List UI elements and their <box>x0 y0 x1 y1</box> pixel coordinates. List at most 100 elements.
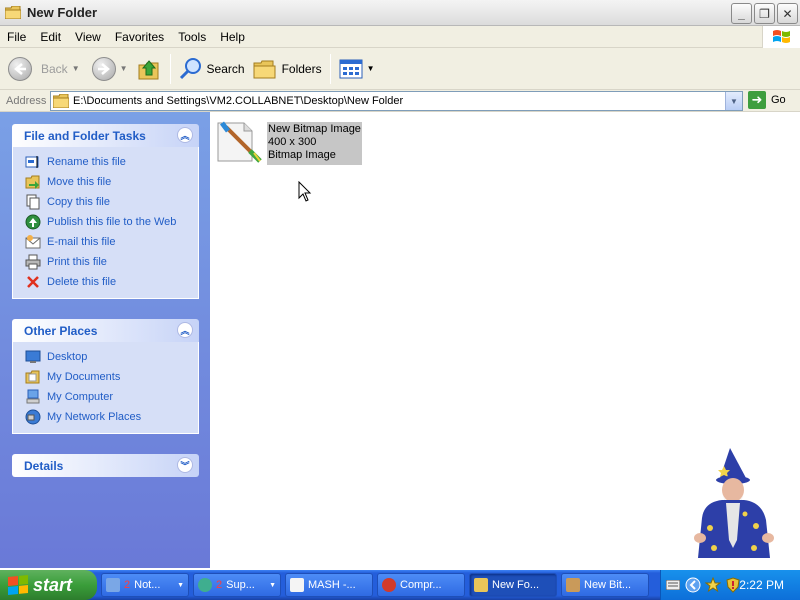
window-title: New Folder <box>27 5 98 20</box>
start-label: start <box>33 574 73 595</box>
task-pane: File and Folder Tasks ︽ Rename this file… <box>0 112 210 568</box>
chevron-down-icon: ▼ <box>269 581 276 589</box>
taskbar-button-compression[interactable]: Compr... <box>377 573 465 597</box>
file-type: Bitmap Image <box>268 149 336 161</box>
email-icon <box>25 234 41 250</box>
toolbar: Back ▼ ▼ Search Folders ▼ <box>0 48 800 90</box>
up-folder-icon <box>138 59 159 79</box>
paint-icon <box>566 578 580 592</box>
search-label: Search <box>206 61 245 76</box>
taskbar-button-new-bitmap[interactable]: New Bit... <box>561 573 649 597</box>
collapse-icon[interactable]: ︽ <box>177 322 193 338</box>
views-button[interactable]: ▼ <box>335 52 379 86</box>
clock[interactable]: 2:22 PM <box>739 578 784 592</box>
menu-file[interactable]: File <box>0 30 33 44</box>
task-rename[interactable]: Rename this file <box>25 152 198 172</box>
details-header[interactable]: Details ︾ <box>12 454 199 477</box>
back-label: Back <box>41 61 68 76</box>
back-arrow-icon <box>8 56 32 81</box>
forward-button[interactable]: ▼ <box>88 52 132 86</box>
chevron-down-icon[interactable]: ▼ <box>367 64 375 73</box>
globe-icon <box>25 214 41 230</box>
go-label: Go <box>771 94 786 106</box>
rename-icon <box>25 154 41 170</box>
folder-icon <box>474 578 488 592</box>
go-arrow-icon: ➜ <box>748 91 766 109</box>
mouse-cursor-icon <box>298 181 312 202</box>
close-button[interactable]: ✕ <box>777 3 798 24</box>
file-name: New Bitmap Image <box>268 123 361 135</box>
start-button[interactable]: start <box>0 570 97 600</box>
notepad-icon <box>106 578 120 592</box>
windows-flag-icon <box>8 574 28 596</box>
file-dimensions: 400 x 300 <box>268 136 317 148</box>
place-my-documents[interactable]: My Documents <box>25 367 198 387</box>
star-icon[interactable] <box>705 577 721 593</box>
other-places-header[interactable]: Other Places ︽ <box>12 319 199 342</box>
taskbar-button-support[interactable]: 2 Sup... ▼ <box>193 573 281 597</box>
my-documents-icon <box>25 369 41 385</box>
delete-x-icon <box>25 274 41 290</box>
up-folder-button[interactable] <box>132 52 166 86</box>
minimize-button[interactable]: _ <box>731 3 752 24</box>
move-icon <box>25 174 41 190</box>
address-input[interactable]: E:\Documents and Settings\VM2.COLLABNET\… <box>50 91 743 111</box>
folder-icon <box>5 6 21 19</box>
toolbar-separator <box>329 53 331 84</box>
chevron-down-icon: ▼ <box>177 581 184 589</box>
taskbar-button-mash[interactable]: MASH -... <box>285 573 373 597</box>
menu-help[interactable]: Help <box>213 30 252 44</box>
file-folder-tasks-header[interactable]: File and Folder Tasks ︽ <box>12 124 199 147</box>
expand-icon[interactable]: ︾ <box>177 457 193 473</box>
file-folder-tasks-panel: File and Folder Tasks ︽ Rename this file… <box>12 124 199 299</box>
taskbar-button-notepad[interactable]: 2 Not... ▼ <box>101 573 189 597</box>
title-bar: New Folder _ ❐ ✕ <box>0 0 800 26</box>
search-button[interactable]: Search <box>175 52 249 86</box>
chevron-down-icon[interactable]: ▼ <box>72 64 80 73</box>
other-places-panel: Other Places ︽ Desktop My Documents My C… <box>12 319 199 434</box>
folders-label: Folders <box>281 61 322 76</box>
tray-expand-icon[interactable] <box>685 577 701 593</box>
maximize-button[interactable]: ❐ <box>754 3 775 24</box>
toolbar-separator <box>169 53 171 84</box>
taskbar: start 2 Not... ▼ 2 Sup... ▼ MASH -... Co… <box>0 570 800 600</box>
task-copy[interactable]: Copy this file <box>25 192 198 212</box>
collapse-icon[interactable]: ︽ <box>177 127 193 143</box>
chevron-down-icon[interactable]: ▼ <box>120 64 128 73</box>
address-bar: Address E:\Documents and Settings\VM2.CO… <box>0 90 800 112</box>
task-email[interactable]: E-mail this file <box>25 232 198 252</box>
folders-button[interactable]: Folders <box>249 52 326 86</box>
printer-icon <box>25 254 41 270</box>
desktop-icon <box>25 349 41 365</box>
search-icon <box>179 57 201 79</box>
network-places-icon <box>25 409 41 425</box>
windows-logo-icon <box>762 26 800 48</box>
system-tray: 2:22 PM <box>660 570 800 600</box>
keyboard-icon[interactable] <box>665 577 681 593</box>
merlin-wizard-assistant[interactable] <box>690 448 776 568</box>
go-button[interactable]: ➜ Go <box>748 91 786 109</box>
panel-title: File and Folder Tasks <box>24 128 146 143</box>
menu-tools[interactable]: Tools <box>171 30 213 44</box>
task-move[interactable]: Move this file <box>25 172 198 192</box>
menu-favorites[interactable]: Favorites <box>108 30 171 44</box>
place-desktop[interactable]: Desktop <box>25 347 198 367</box>
copy-icon <box>25 194 41 210</box>
task-delete[interactable]: Delete this file <box>25 272 198 292</box>
menu-edit[interactable]: Edit <box>33 30 68 44</box>
place-my-computer[interactable]: My Computer <box>25 387 198 407</box>
mash-icon <box>290 578 304 592</box>
file-label: New Bitmap Image 400 x 300 Bitmap Image <box>267 122 362 165</box>
my-computer-icon <box>25 389 41 405</box>
folders-icon <box>253 60 276 78</box>
task-publish[interactable]: Publish this file to the Web <box>25 212 198 232</box>
place-my-network-places[interactable]: My Network Places <box>25 407 198 427</box>
file-item[interactable]: New Bitmap Image 400 x 300 Bitmap Image <box>214 117 362 165</box>
task-print[interactable]: Print this file <box>25 252 198 272</box>
taskbar-button-new-folder[interactable]: New Fo... <box>469 573 557 597</box>
back-button[interactable]: Back ▼ <box>4 52 84 86</box>
address-dropdown-button[interactable]: ▼ <box>725 92 742 110</box>
address-path: E:\Documents and Settings\VM2.COLLABNET\… <box>73 95 404 107</box>
menu-view[interactable]: View <box>68 30 108 44</box>
panel-title: Details <box>24 458 64 473</box>
